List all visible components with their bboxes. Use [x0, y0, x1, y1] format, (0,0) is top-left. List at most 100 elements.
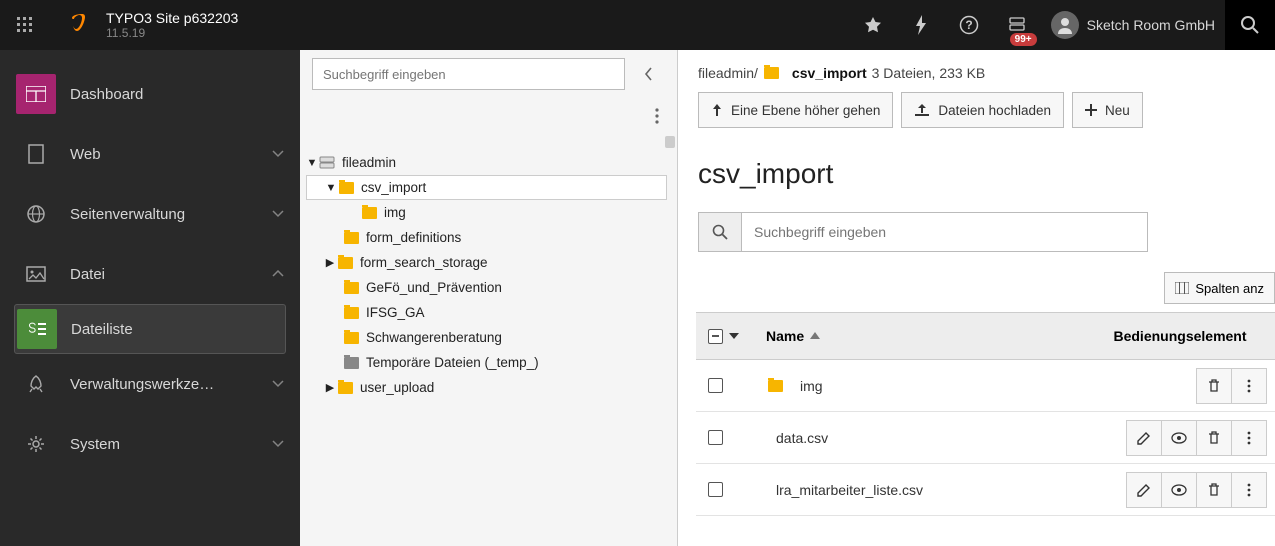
- nav-dashboard[interactable]: Dashboard: [0, 64, 300, 124]
- triangle-right-icon[interactable]: ▶: [324, 381, 336, 394]
- tree-toolbar: [300, 50, 677, 98]
- tree-node-label: form_definitions: [366, 230, 461, 245]
- row-checkbox[interactable]: [708, 378, 723, 393]
- tree-node[interactable]: form_definitions: [306, 225, 667, 250]
- table-row[interactable]: lra_mitarbeiter_liste.csv: [696, 464, 1275, 516]
- chevron-down-icon: [272, 210, 284, 218]
- tree-node[interactable]: img: [306, 200, 667, 225]
- edit-button[interactable]: [1126, 472, 1162, 508]
- delete-button[interactable]: [1196, 472, 1232, 508]
- module-menu: Dashboard Web Seitenverwaltung Datei Dat…: [0, 50, 300, 546]
- global-search-button[interactable]: [1225, 0, 1275, 50]
- notification-badge: 99+: [1010, 33, 1037, 46]
- triangle-down-icon[interactable]: ▼: [325, 182, 337, 194]
- select-all-checkbox[interactable]: [708, 329, 723, 344]
- tree-node[interactable]: IFSG_GA: [306, 300, 667, 325]
- tree-node[interactable]: ▼fileadmin: [306, 150, 667, 175]
- more-button[interactable]: [1231, 368, 1267, 404]
- breadcrumb-root[interactable]: fileadmin/: [698, 65, 758, 81]
- row-checkbox[interactable]: [708, 482, 723, 497]
- star-icon: [864, 16, 882, 34]
- more-button[interactable]: [1231, 472, 1267, 508]
- page-icon: [16, 134, 56, 174]
- file-search-input[interactable]: [742, 212, 1148, 252]
- file-search: [698, 212, 1148, 252]
- dots-vertical-icon: [1247, 431, 1251, 445]
- folder-icon: [360, 204, 378, 222]
- nav-site-management[interactable]: Seitenverwaltung: [0, 184, 300, 244]
- tree-search-input[interactable]: [312, 58, 625, 90]
- chevron-up-icon: [272, 270, 284, 278]
- tree-node-label: user_upload: [360, 380, 434, 395]
- help-button[interactable]: ?: [945, 0, 993, 50]
- bookmark-button[interactable]: [849, 0, 897, 50]
- edit-button[interactable]: [1126, 420, 1162, 456]
- table-row[interactable]: data.csv: [696, 412, 1275, 464]
- tree-node[interactable]: ▶ form_search_storage: [306, 250, 667, 275]
- chevron-down-icon: [272, 440, 284, 448]
- more-button[interactable]: [1231, 420, 1267, 456]
- level-up-button[interactable]: Eine Ebene höher gehen: [698, 92, 893, 128]
- delete-button[interactable]: [1196, 420, 1232, 456]
- view-button[interactable]: [1161, 472, 1197, 508]
- triangle-right-icon[interactable]: ▶: [324, 256, 336, 269]
- breadcrumb: fileadmin/ csv_import 3 Dateien, 233 KB: [678, 50, 1275, 92]
- avatar: [1051, 11, 1079, 39]
- topbar: TYPO3 Site p632203 11.5.19 ? 99+ Sketch …: [0, 0, 1275, 50]
- plus-icon: [1085, 104, 1097, 116]
- upload-button[interactable]: Dateien hochladen: [901, 92, 1064, 128]
- notifications-button[interactable]: 99+: [993, 0, 1041, 50]
- tree-node[interactable]: ▼csv_import: [306, 175, 667, 200]
- tree-options-button[interactable]: [655, 108, 659, 124]
- collapse-tree-button[interactable]: [633, 58, 665, 90]
- nav-label: Seitenverwaltung: [70, 206, 272, 223]
- user-name: Sketch Room GmbH: [1087, 17, 1215, 33]
- breadcrumb-summary: 3 Dateien, 233 KB: [872, 65, 986, 81]
- user-menu[interactable]: Sketch Room GmbH: [1041, 11, 1225, 39]
- search-icon: [1240, 15, 1260, 35]
- tree-node[interactable]: GeFö_und_Prävention: [306, 275, 667, 300]
- column-ops-header: Bedienungselement: [1085, 328, 1275, 344]
- nav-system[interactable]: System: [0, 414, 300, 474]
- site-info[interactable]: TYPO3 Site p632203 11.5.19: [100, 10, 244, 40]
- tree-node[interactable]: Temporäre Dateien (_temp_): [306, 350, 667, 375]
- table-row[interactable]: img: [696, 360, 1275, 412]
- folder-icon: [336, 379, 354, 397]
- gear-icon: [16, 424, 56, 464]
- trash-icon: [1208, 483, 1220, 497]
- delete-button[interactable]: [1196, 368, 1232, 404]
- apps-grid-icon: [17, 17, 33, 33]
- pencil-icon: [1137, 431, 1151, 445]
- eye-icon: [1171, 432, 1187, 444]
- new-button[interactable]: Neu: [1072, 92, 1143, 128]
- rocket-icon: [16, 364, 56, 404]
- tree-node-label: Temporäre Dateien (_temp_): [366, 355, 539, 370]
- caret-down-icon[interactable]: [729, 333, 739, 339]
- tree-node-label: form_search_storage: [360, 255, 488, 270]
- cache-button[interactable]: [897, 0, 945, 50]
- help-icon: ?: [959, 15, 979, 35]
- nav-web[interactable]: Web: [0, 124, 300, 184]
- column-name-header[interactable]: Name: [766, 328, 1085, 344]
- nav-file[interactable]: Datei: [0, 244, 300, 304]
- user-icon: [1056, 16, 1074, 34]
- tree-node[interactable]: ▶ user_upload: [306, 375, 667, 400]
- apps-grid-button[interactable]: [0, 0, 50, 50]
- nav-filelist[interactable]: Dateiliste: [14, 304, 286, 354]
- folder-icon: [336, 254, 354, 272]
- dots-vertical-icon: [1247, 379, 1251, 393]
- typo3-logo[interactable]: [50, 0, 100, 50]
- nav-admin-tools[interactable]: Verwaltungswerkze…: [0, 354, 300, 414]
- search-icon: [712, 224, 728, 240]
- storage-icon: [318, 154, 336, 172]
- row-checkbox[interactable]: [708, 430, 723, 445]
- view-button[interactable]: [1161, 420, 1197, 456]
- globe-icon: [16, 194, 56, 234]
- search-button[interactable]: [698, 212, 742, 252]
- file-name: img: [800, 378, 823, 394]
- tree-node[interactable]: Schwangerenberatung: [306, 325, 667, 350]
- chevron-left-icon: [644, 67, 654, 81]
- trash-icon: [1208, 431, 1220, 445]
- triangle-down-icon[interactable]: ▼: [306, 157, 318, 169]
- columns-button[interactable]: Spalten anz: [1164, 272, 1275, 304]
